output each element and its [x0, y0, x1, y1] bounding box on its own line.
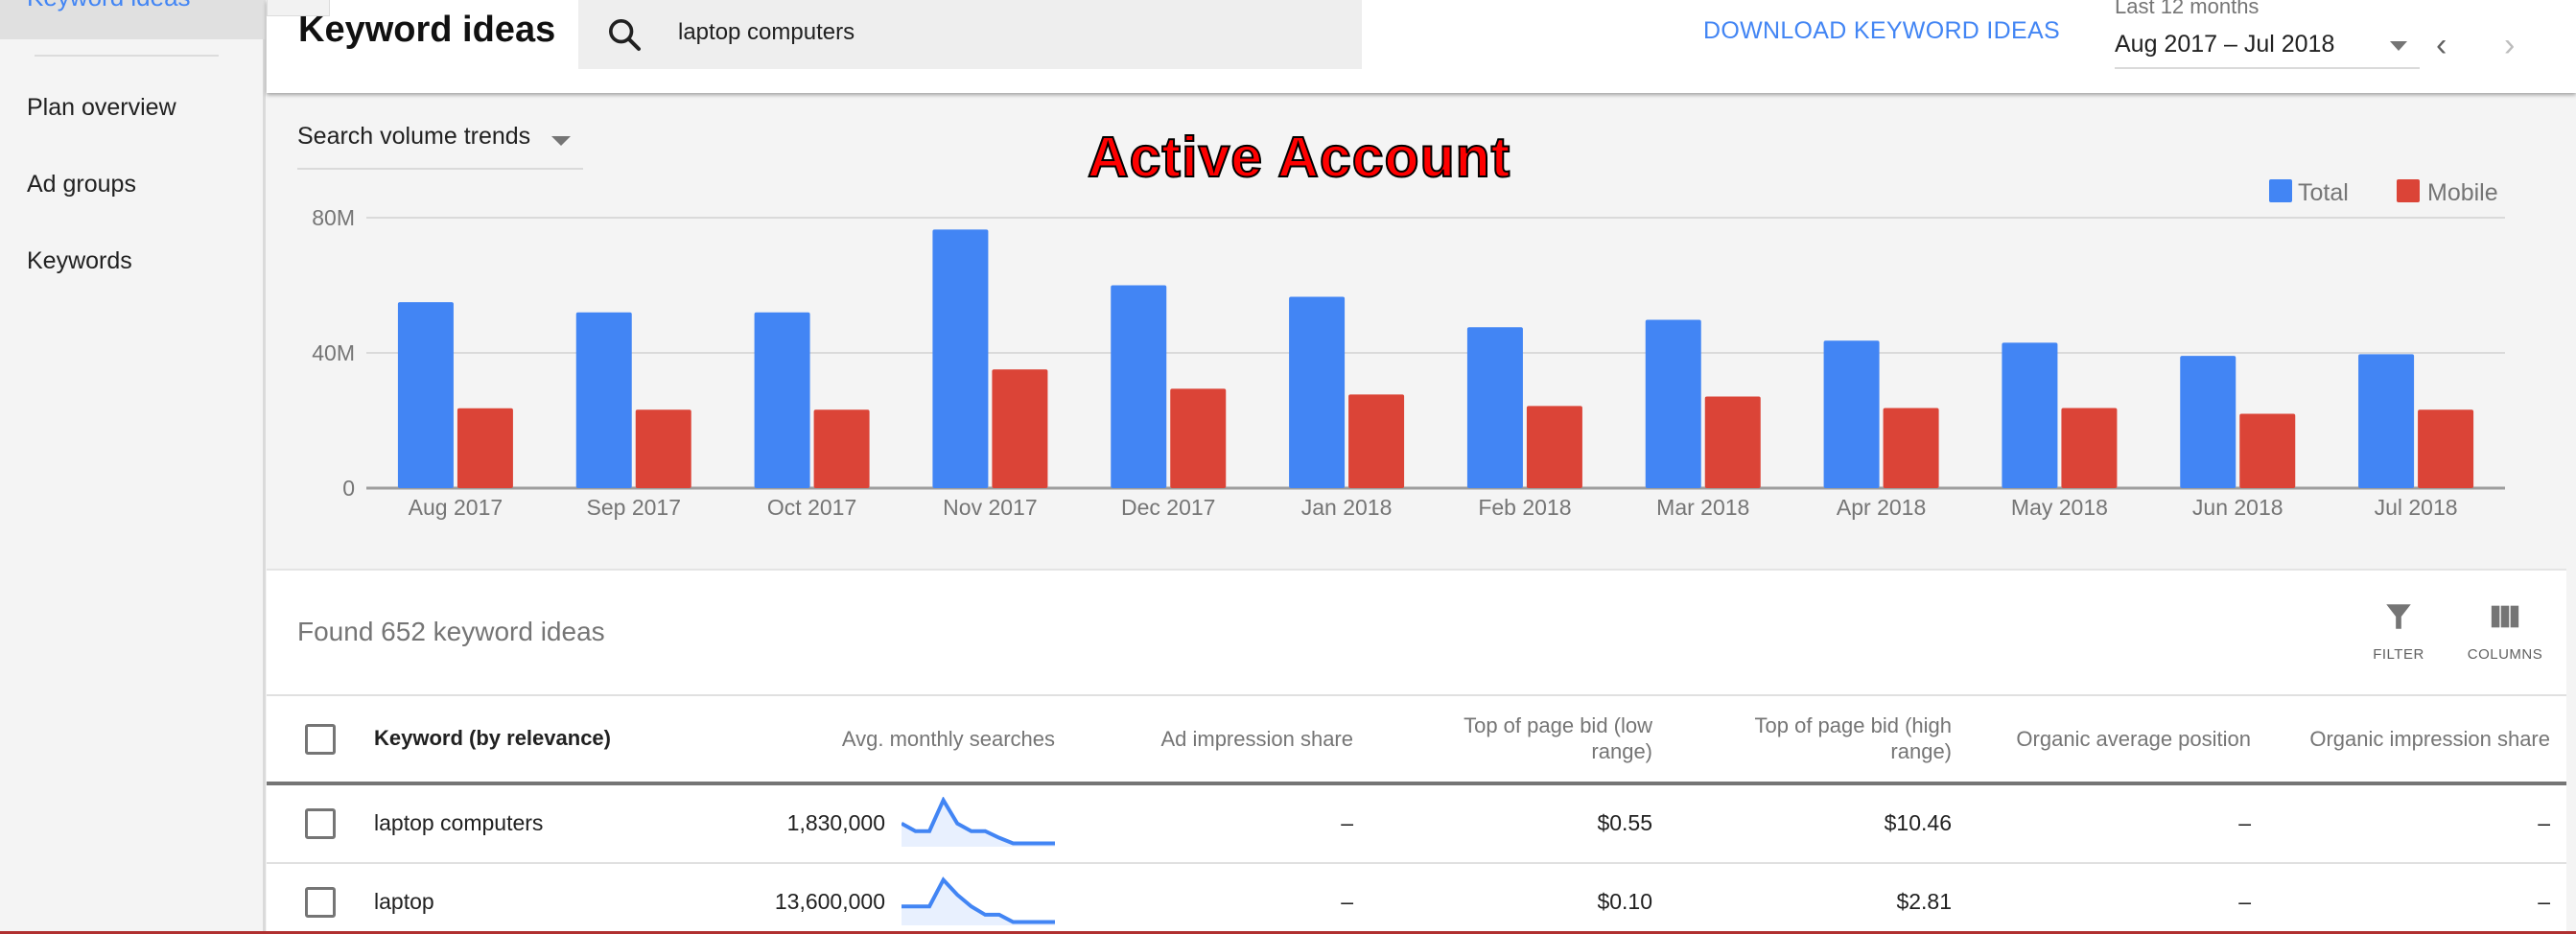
tab-stub	[267, 0, 330, 16]
bar-total	[754, 312, 810, 488]
avg-searches-cell: 13,600,000	[774, 889, 885, 914]
avg-searches-cell: 1,830,000	[786, 810, 885, 835]
bar-total	[397, 302, 454, 488]
filter-button[interactable]: FILTER	[2355, 599, 2442, 663]
bar-mobile	[1170, 388, 1227, 488]
bar-total	[932, 229, 989, 488]
bar-total	[1823, 340, 1880, 488]
column-header-avg-monthly-searches[interactable]: Avg. monthly searches	[767, 726, 1055, 752]
organic-avg-position-cell: –	[2238, 889, 2251, 914]
column-header-bid-high[interactable]: Top of page bid (high range)	[1731, 712, 1953, 764]
bar-mobile	[813, 409, 870, 488]
bar-mobile	[2239, 413, 2296, 488]
date-range-underline	[2115, 67, 2420, 69]
chevron-left-icon[interactable]: ‹	[2436, 27, 2447, 64]
x-tick-label: Nov 2017	[943, 495, 1037, 520]
x-tick-label: Jun 2018	[2192, 495, 2283, 520]
bid-low-cell: $0.10	[1597, 889, 1652, 914]
column-header-organic-avg-position[interactable]: Organic average position	[1963, 726, 2251, 752]
trend-sparkline	[902, 797, 1055, 847]
download-keyword-ideas-button[interactable]: DOWNLOAD KEYWORD IDEAS	[1703, 17, 2060, 45]
select-all-checkbox[interactable]	[305, 724, 336, 755]
results-count: Found 652 keyword ideas	[297, 617, 605, 646]
search-icon	[609, 19, 641, 51]
columns-icon	[2491, 605, 2519, 628]
bar-total	[2358, 354, 2415, 488]
sparkline-area	[902, 800, 1055, 847]
x-tick-label: Aug 2017	[409, 495, 503, 520]
header-divider	[267, 782, 2566, 785]
keyword-cell[interactable]: laptop computers	[374, 810, 543, 836]
row-checkbox[interactable]	[305, 887, 336, 918]
column-header-ad-impression-share[interactable]: Ad impression share	[1085, 726, 1353, 752]
keyword-cell[interactable]: laptop	[374, 889, 434, 915]
keyword-planner-page: Keyword ideas Plan overview Ad groups Ke…	[0, 0, 2576, 934]
date-range-select[interactable]: Aug 2017 – Jul 2018	[2115, 31, 2334, 58]
bar-mobile	[1704, 396, 1761, 488]
chevron-right-icon[interactable]: ›	[2504, 27, 2515, 64]
x-tick-label: Dec 2017	[1121, 495, 1215, 520]
bar-total	[2002, 342, 2058, 488]
bar-mobile	[635, 409, 691, 488]
organic-impression-share-cell: –	[2538, 889, 2550, 914]
page-title: Keyword ideas	[298, 10, 556, 50]
x-tick-label: Feb 2018	[1478, 495, 1571, 520]
columns-label: COLUMNS	[2467, 646, 2543, 663]
date-range-dropdown-icon[interactable]	[2390, 41, 2407, 51]
bar-total	[2180, 356, 2236, 488]
organic-impression-share-cell: –	[2538, 810, 2550, 835]
x-tick-label: Apr 2018	[1837, 495, 1926, 520]
bar-mobile	[2418, 409, 2474, 488]
y-tick-label: 40M	[312, 340, 355, 365]
row-checkbox[interactable]	[305, 808, 336, 839]
x-tick-label: Sep 2017	[587, 495, 681, 520]
ad-impression-share-cell: –	[1341, 889, 1353, 914]
ad-impression-share-cell: –	[1341, 810, 1353, 835]
x-tick-label: Jan 2018	[1301, 495, 1393, 520]
trend-sparkline	[902, 876, 1055, 925]
x-tick-label: Jul 2018	[2375, 495, 2458, 520]
date-range-label: Last 12 months	[2115, 0, 2260, 18]
keyword-results-card: Found 652 keyword ideas FILTER COLUMNS K…	[267, 569, 2566, 934]
row-divider	[267, 862, 2566, 864]
organic-avg-position-cell: –	[2238, 810, 2251, 835]
header-bar: Keyword ideas laptop computers DOWNLOAD …	[267, 0, 2576, 93]
bar-total	[1111, 285, 1167, 488]
page-edge	[2566, 93, 2576, 934]
bar-mobile	[1883, 408, 1939, 488]
filter-label: FILTER	[2373, 646, 2424, 663]
bid-high-cell: $10.46	[1884, 810, 1952, 835]
search-input[interactable]: laptop computers	[578, 0, 1362, 69]
bar-total	[1289, 296, 1346, 488]
bar-mobile	[1348, 394, 1405, 488]
x-tick-label: May 2018	[2011, 495, 2108, 520]
sparkline-area	[902, 879, 1055, 925]
column-header-organic-impression-share[interactable]: Organic impression share	[2262, 726, 2550, 752]
column-header-bid-low[interactable]: Top of page bid (low range)	[1432, 712, 1652, 764]
filter-icon	[2386, 604, 2411, 629]
bar-mobile	[2061, 408, 2118, 488]
column-header-keyword[interactable]: Keyword (by relevance)	[374, 726, 611, 751]
bar-total	[575, 312, 632, 488]
search-value: laptop computers	[678, 19, 855, 45]
x-tick-label: Oct 2017	[767, 495, 856, 520]
bar-total	[1645, 319, 1701, 488]
divider	[267, 694, 2566, 696]
columns-button[interactable]: COLUMNS	[2462, 599, 2548, 663]
bid-low-cell: $0.55	[1597, 810, 1652, 835]
bar-mobile	[457, 408, 513, 488]
bar-mobile	[992, 369, 1048, 488]
x-tick-label: Mar 2018	[1656, 495, 1749, 520]
y-tick-label: 0	[342, 476, 355, 501]
bid-high-cell: $2.81	[1896, 889, 1952, 914]
bar-total	[1466, 327, 1523, 488]
bar-mobile	[1526, 406, 1582, 488]
y-tick-label: 80M	[312, 205, 355, 230]
